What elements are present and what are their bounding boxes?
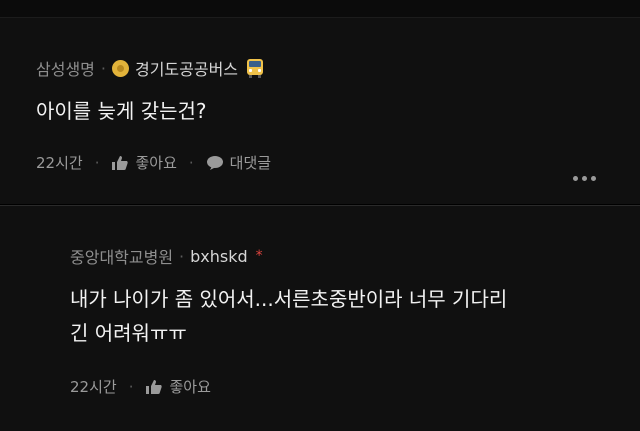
reply-button[interactable]: 대댓글 [206, 152, 271, 173]
reply-author[interactable]: bxhskd [190, 247, 248, 266]
thumbs-up-icon [146, 379, 163, 394]
reply-body-line: 긴 어려워ㅠㅠ [70, 321, 187, 345]
post-actions: 22시간 · 좋아요 · 대댓글 [36, 152, 271, 173]
reply-meta: 중앙대학교병원 · bxhskd * [70, 244, 263, 268]
more-dots-icon[interactable] [573, 176, 596, 181]
comment-post: 삼성생명 · 경기도공공버스 아이를 늦게 갖는건? 22시간 · 좋아요 · [0, 18, 640, 204]
like-button[interactable]: 좋아요 [145, 376, 211, 397]
action-separator: · [94, 153, 100, 172]
reply-body: 내가 나이가 좀 있어서...서른초중반이라 너무 기다리 긴 어려워ㅠㅠ [70, 282, 507, 350]
reply-time: 22시간 [70, 378, 117, 396]
post-body: 아이를 늦게 갖는건? [36, 99, 207, 123]
post-time: 22시간 [36, 154, 83, 172]
action-separator: · [128, 377, 134, 396]
reply-company[interactable]: 중앙대학교병원 [70, 244, 173, 268]
action-separator: · [188, 153, 194, 172]
post-company[interactable]: 삼성생명 [36, 56, 95, 80]
meta-separator: · [179, 246, 185, 266]
top-divider-bar [0, 0, 640, 18]
reply-body-line: 내가 나이가 좀 있어서...서른초중반이라 너무 기다리 [70, 287, 508, 311]
post-meta: 삼성생명 · 경기도공공버스 [36, 56, 266, 80]
speech-bubble-icon [206, 155, 223, 170]
reply-label: 대댓글 [229, 154, 272, 172]
reply-comment: 중앙대학교병원 · bxhskd * 내가 나이가 좀 있어서...서른초중반이… [0, 205, 640, 431]
like-button[interactable]: 좋아요 [111, 152, 177, 173]
post-author[interactable]: 경기도공공버스 [135, 56, 238, 80]
gold-coin-icon [111, 59, 129, 77]
reply-actions: 22시간 · 좋아요 [70, 376, 211, 397]
asterisk-icon: * [255, 248, 263, 264]
like-label: 좋아요 [169, 378, 211, 396]
thumbs-up-icon [112, 155, 129, 170]
bus-icon [244, 57, 266, 79]
meta-separator: · [100, 58, 106, 78]
like-label: 좋아요 [135, 154, 177, 172]
